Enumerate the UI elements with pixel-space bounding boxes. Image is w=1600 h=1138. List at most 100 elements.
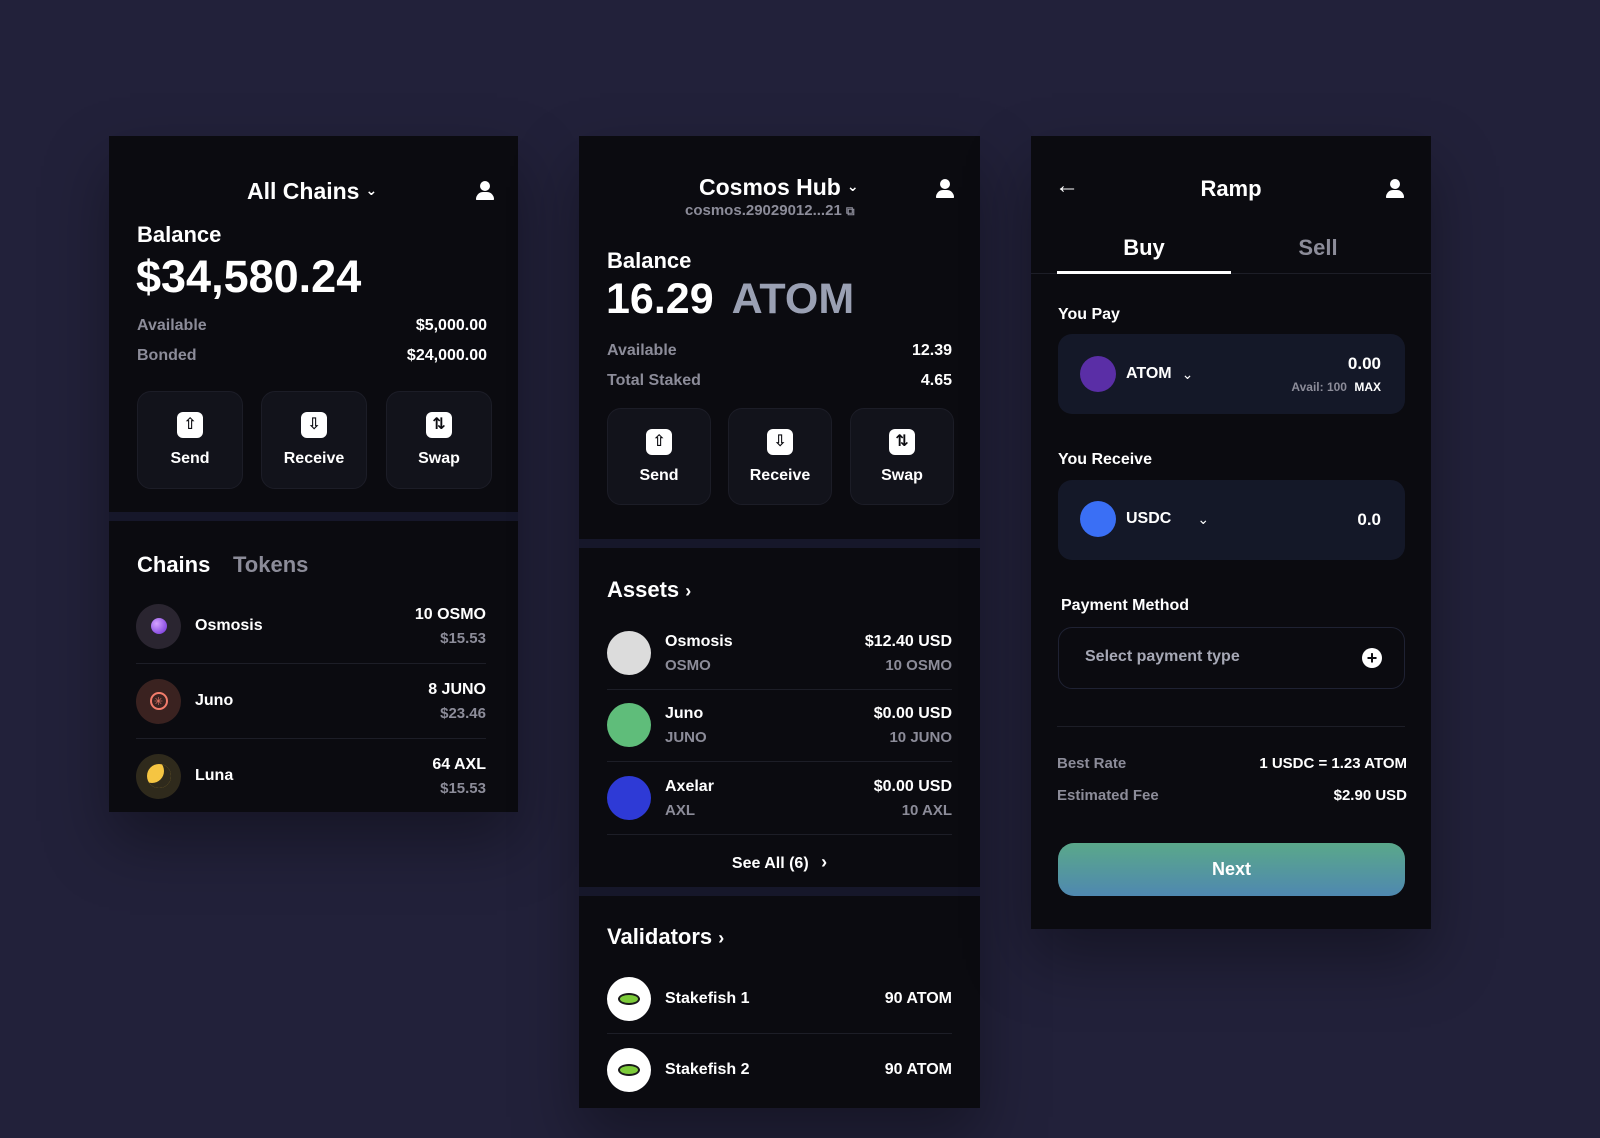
osmosis-logo-icon: [136, 603, 181, 649]
row-divider: [607, 761, 952, 762]
receive-button[interactable]: ⇩ Receive: [261, 391, 367, 489]
send-label: Send: [639, 466, 679, 484]
asset-amount: 10 OSMO: [885, 656, 952, 674]
stakefish-logo-icon: [607, 1048, 651, 1092]
chain-row-juno[interactable]: ✳ Juno 8 JUNO $23.46: [136, 677, 486, 725]
asset-amount: 10 AXL: [901, 801, 952, 819]
receive-label: You Receive: [1058, 451, 1152, 468]
info-divider: [1057, 726, 1405, 727]
available-row: Available 12.39: [607, 342, 952, 360]
chain-selector[interactable]: Cosmos Hub ⌄: [699, 174, 859, 201]
chain-selector[interactable]: All Chains ⌄: [247, 178, 377, 205]
chain-selector-label: Cosmos Hub: [699, 174, 841, 200]
assets-header[interactable]: Assets ›: [607, 577, 691, 603]
usdc-token-icon: [1080, 501, 1116, 537]
page-title: Ramp: [1200, 176, 1262, 201]
assets-title: Assets: [607, 577, 680, 602]
best-rate-label: Best Rate: [1057, 755, 1127, 772]
receive-label: Receive: [283, 450, 345, 467]
see-all-link[interactable]: See All (6) ›: [579, 852, 980, 873]
swap-button[interactable]: ⇅ Swap: [850, 408, 954, 505]
pay-label: You Pay: [1058, 306, 1120, 323]
payment-placeholder: Select payment type: [1085, 648, 1240, 665]
chain-name: Luna: [195, 767, 234, 784]
receive-card: USDC ⌄ 0.0: [1058, 480, 1405, 560]
staked-row: Total Staked 4.65: [607, 372, 952, 390]
chain-row-osmosis[interactable]: Osmosis 10 OSMO $15.53: [136, 602, 486, 650]
receive-label: Receive: [749, 466, 811, 484]
plus-circle-icon: +: [1362, 648, 1382, 668]
pay-card: ATOM ⌄ 0.00 Avail: 100 MAX: [1058, 334, 1405, 414]
chain-amount: 8 JUNO: [428, 680, 486, 698]
chain-amount: 10 OSMO: [414, 605, 486, 623]
asset-row-juno[interactable]: Juno JUNO $0.00 USD 10 JUNO: [607, 700, 952, 750]
balance-label: Balance: [137, 222, 222, 247]
tab-tokens[interactable]: Tokens: [233, 552, 308, 578]
arrow-down-icon: ⇩: [301, 412, 327, 438]
profile-icon[interactable]: [474, 180, 496, 202]
asset-symbol: JUNO: [665, 728, 707, 746]
chain-selector-label: All Chains: [247, 178, 360, 204]
bonded-value: $24,000.00: [406, 347, 487, 364]
swap-button[interactable]: ⇅ Swap: [386, 391, 492, 489]
chain-name: Osmosis: [195, 617, 263, 634]
tab-sell[interactable]: Sell: [1231, 235, 1405, 261]
tab-buy[interactable]: Buy: [1057, 235, 1231, 261]
tab-chains[interactable]: Chains: [137, 552, 210, 578]
row-divider: [607, 834, 952, 835]
validator-name: Stakefish 1: [665, 990, 750, 1007]
swap-label: Swap: [418, 450, 460, 467]
asset-usd: $0.00 USD: [873, 777, 952, 795]
pay-amount-input[interactable]: 0.00: [1348, 354, 1381, 374]
staked-value: 4.65: [920, 372, 952, 389]
send-button[interactable]: ⇧ Send: [137, 391, 243, 489]
asset-row-axelar[interactable]: Axelar AXL $0.00 USD 10 AXL: [607, 773, 952, 823]
row-divider: [136, 663, 486, 664]
validator-row[interactable]: Stakefish 2 90 ATOM: [607, 1047, 952, 1093]
row-divider: [136, 738, 486, 739]
asset-amount: 10 JUNO: [889, 728, 952, 746]
atom-token-icon: [1080, 356, 1116, 392]
chevron-right-icon: ›: [685, 581, 692, 601]
balance-value: $34,580.24: [136, 251, 362, 302]
receive-token-selector[interactable]: USDC ⌄: [1080, 501, 1209, 537]
pay-token-label: ATOM: [1126, 365, 1172, 382]
validators-title: Validators: [607, 924, 713, 949]
validator-row[interactable]: Stakefish 1 90 ATOM: [607, 976, 952, 1022]
available-label: Available: [607, 342, 677, 359]
tab-active-indicator: [1057, 271, 1231, 274]
receive-amount: 0.0: [1357, 510, 1381, 529]
asset-name: Juno: [665, 704, 704, 722]
fee-value: $2.90 USD: [1333, 787, 1407, 804]
swap-icon: ⇅: [889, 428, 915, 455]
available-value: $5,000.00: [415, 317, 487, 334]
asset-row-osmosis[interactable]: Osmosis OSMO $12.40 USD 10 OSMO: [607, 628, 952, 678]
arrow-up-icon: ⇧: [177, 412, 203, 438]
arrow-up-icon: ⇧: [646, 428, 672, 455]
arrow-down-icon: ⇩: [767, 428, 793, 455]
validators-header[interactable]: Validators ›: [607, 924, 724, 950]
asset-name: Osmosis: [665, 632, 733, 650]
profile-icon[interactable]: [934, 178, 956, 200]
max-button[interactable]: MAX: [1354, 380, 1381, 394]
chain-row-luna[interactable]: Luna 64 AXL $15.53: [136, 752, 486, 800]
wallet-address: cosmos.29029012...21: [685, 202, 842, 219]
chain-amount: 64 AXL: [432, 755, 486, 773]
send-button[interactable]: ⇧ Send: [607, 408, 711, 505]
payment-method-select[interactable]: Select payment type +: [1058, 627, 1405, 689]
asset-name: Axelar: [665, 777, 714, 795]
pay-token-selector[interactable]: ATOM ⌄: [1080, 356, 1193, 392]
axelar-token-icon: [607, 776, 651, 820]
next-button[interactable]: Next: [1058, 843, 1405, 896]
address-copy[interactable]: cosmos.29029012...21 ⧉: [685, 202, 855, 219]
fee-row: Estimated Fee $2.90 USD: [1057, 787, 1407, 804]
row-divider: [607, 1033, 952, 1034]
swap-icon: ⇅: [426, 412, 452, 438]
validator-amount: 90 ATOM: [884, 990, 952, 1007]
profile-icon[interactable]: [1384, 178, 1406, 200]
receive-button[interactable]: ⇩ Receive: [728, 408, 832, 505]
asset-symbol: OSMO: [665, 656, 711, 674]
luna-logo-icon: [136, 753, 181, 799]
balance-label: Balance: [607, 248, 692, 273]
send-label: Send: [170, 450, 210, 467]
